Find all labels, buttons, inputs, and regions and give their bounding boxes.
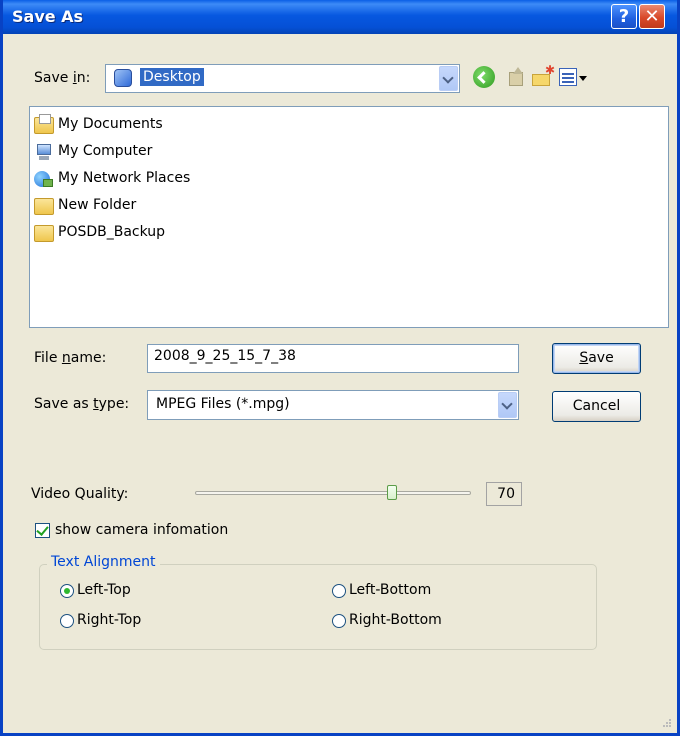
window-title: Save As xyxy=(12,7,84,26)
radio-left-top-label: Left-Top xyxy=(77,582,131,598)
save-in-dropdown[interactable]: Desktop xyxy=(105,64,460,93)
save-as-dialog: Save As ? ✕ Save in: Desktop My Document… xyxy=(0,0,680,736)
save-as-type-value: MPEG Files (*.mpg) xyxy=(156,396,290,412)
video-quality-label: Video Quality: xyxy=(31,486,129,502)
help-icon[interactable]: ? xyxy=(611,4,637,29)
chevron-down-icon[interactable] xyxy=(498,392,517,418)
folder-icon xyxy=(34,198,54,215)
list-item-label: New Folder xyxy=(58,197,137,213)
cancel-button[interactable]: Cancel xyxy=(552,391,641,422)
radio-right-top-label: Right-Top xyxy=(77,612,142,628)
radio-left-top[interactable] xyxy=(60,584,74,598)
radio-right-bottom-label: Right-Bottom xyxy=(349,612,442,628)
save-in-value: Desktop xyxy=(140,68,204,86)
network-places-icon xyxy=(34,171,54,188)
show-camera-checkbox[interactable] xyxy=(35,523,50,538)
save-button[interactable]: Save xyxy=(552,343,641,374)
title-bar[interactable]: Save As ? ✕ xyxy=(3,0,677,34)
slider-thumb[interactable] xyxy=(387,485,398,500)
close-icon[interactable]: ✕ xyxy=(639,4,665,29)
up-folder-icon[interactable] xyxy=(505,66,527,88)
my-computer-icon xyxy=(34,144,54,161)
file-list[interactable]: My Documents My Computer My Network Plac… xyxy=(29,106,669,328)
radio-left-bottom[interactable] xyxy=(332,584,346,598)
radio-right-bottom[interactable] xyxy=(332,614,346,628)
video-quality-slider[interactable] xyxy=(195,491,471,495)
video-quality-value: 70 xyxy=(486,482,522,506)
file-name-label: File name: xyxy=(34,350,107,366)
desktop-icon xyxy=(114,69,132,87)
radio-right-top[interactable] xyxy=(60,614,74,628)
list-item-label: My Documents xyxy=(58,116,163,132)
show-camera-label: show camera infomation xyxy=(55,522,229,538)
chevron-down-icon[interactable] xyxy=(439,66,458,91)
list-item-label: POSDB_Backup xyxy=(58,224,166,240)
text-alignment-legend: Text Alignment xyxy=(47,554,160,570)
view-menu-icon[interactable] xyxy=(559,68,577,86)
save-as-type-label: Save as type: xyxy=(34,396,130,412)
radio-left-bottom-label: Left-Bottom xyxy=(349,582,432,598)
back-arrow-icon[interactable] xyxy=(473,66,495,88)
folder-icon xyxy=(34,225,54,242)
file-name-input[interactable]: 2008_9_25_15_7_38 xyxy=(147,344,519,373)
save-as-type-dropdown[interactable]: MPEG Files (*.mpg) xyxy=(147,390,519,420)
resize-grip-icon[interactable] xyxy=(661,717,671,727)
list-item-label: My Network Places xyxy=(58,170,191,186)
save-in-label: Save in: xyxy=(34,70,91,86)
view-menu-arrow-icon[interactable] xyxy=(579,76,587,81)
new-folder-icon[interactable] xyxy=(531,63,555,88)
text-alignment-group xyxy=(39,564,597,650)
my-documents-icon xyxy=(34,114,54,134)
list-item-label: My Computer xyxy=(58,143,153,159)
